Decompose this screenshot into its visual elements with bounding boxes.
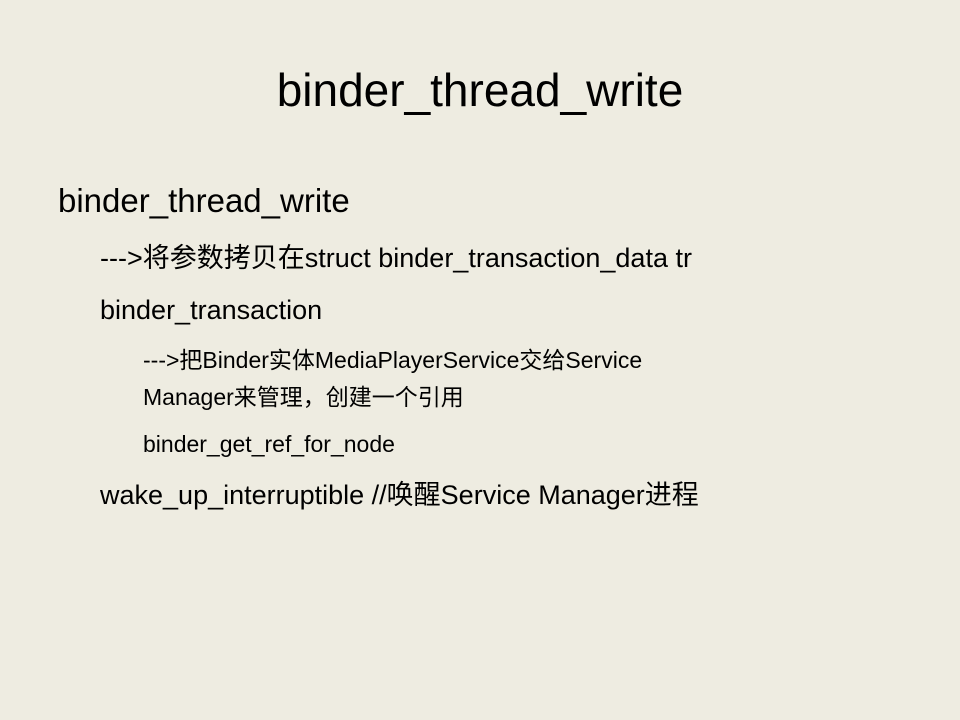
slide: binder_thread_write binder_thread_write … [0,0,960,720]
bullet-hand-entity-line1: --->把Binder实体MediaPlayerService交给Service [143,347,643,373]
bullet-copy-params: --->将参数拷贝在struct binder_transaction_data… [100,243,692,273]
bullet-binder-transaction: binder_transaction [100,295,323,325]
bullet-get-ref-for-node: binder_get_ref_for_node [143,431,395,457]
slide-title: binder_thread_write [276,64,684,116]
bullet-level1: binder_thread_write [58,182,350,219]
bullet-wake-up: wake_up_interruptible //唤醒Service Manage… [100,480,699,510]
bullet-hand-entity-line2: Manager来管理，创建一个引用 [143,384,464,410]
